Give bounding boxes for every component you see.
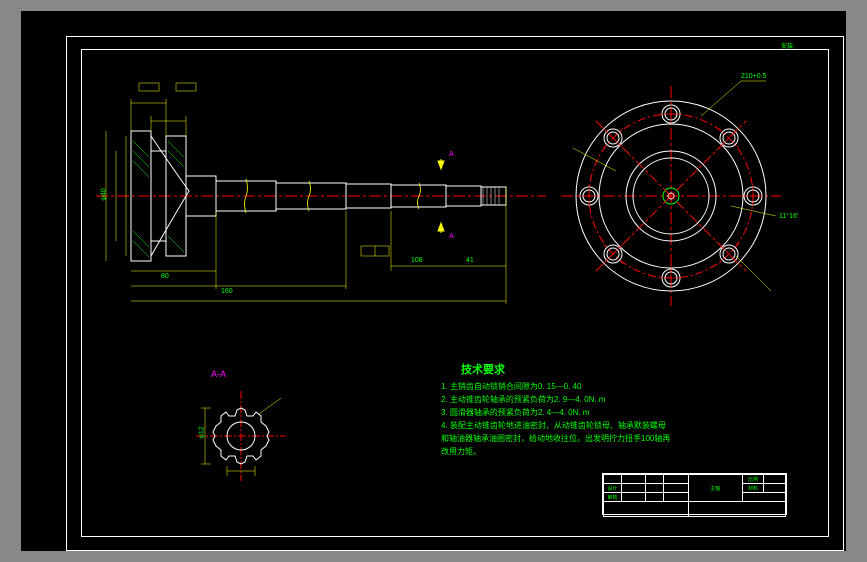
- tech-line-3: 3. 圆滑器轴承的预紧负荷为2. 4—4. 0N. m: [441, 407, 589, 418]
- drawing-svg: [21, 11, 846, 551]
- tb-cell: [663, 493, 688, 502]
- top-right-label: 安装:: [781, 41, 795, 50]
- tb-cell: [646, 493, 664, 502]
- cad-canvas: A-A A A 安装: 80 160 108 41 φ40 210+0.5 11…: [21, 11, 846, 551]
- tech-line-6: 改用力矩。: [441, 446, 481, 457]
- dim-d3: 80: [161, 273, 169, 280]
- section-marker-bot: A: [449, 233, 454, 240]
- tb-cell: [663, 475, 688, 484]
- tech-title: 技术要求: [461, 361, 505, 377]
- section-label: A-A: [211, 369, 226, 379]
- dim-d2: 41: [466, 257, 474, 264]
- tb-scale-label: 比例: [742, 475, 764, 484]
- title-block: 主轴 比例 设计 材料 审核: [602, 473, 787, 515]
- tb-cell: [663, 484, 688, 493]
- dim-flange: 210+0.5: [741, 73, 767, 80]
- tb-cell: [764, 484, 786, 493]
- tb-cell: [688, 502, 785, 517]
- tb-cell: [621, 475, 646, 484]
- section-marker-top: A: [449, 151, 454, 158]
- tb-cell: [764, 475, 786, 484]
- tb-design-label: 设计: [604, 484, 622, 493]
- tb-cell: [604, 502, 689, 517]
- dim-d4: 108: [411, 257, 423, 264]
- tb-cell: [621, 484, 646, 493]
- dim-h1: φ40: [101, 188, 108, 200]
- tb-cell: [646, 475, 664, 484]
- tb-cell: [742, 493, 785, 502]
- dim-angle: 11°16': [779, 213, 798, 220]
- dim-h2: φ12: [199, 426, 206, 438]
- tb-drawing-name: 主轴: [688, 475, 742, 502]
- tech-line-1: 1. 主销齿自动锁销合间隙为0. 15—0. 40: [441, 381, 581, 392]
- tb-cell: [604, 475, 622, 484]
- tb-cell: [621, 493, 646, 502]
- tech-line-2: 2. 主动锥齿轮轴承的预紧负荷为2. 9—4. 0N. m: [441, 394, 605, 405]
- tb-approve-label: 审核: [604, 493, 622, 502]
- tb-cell: [646, 484, 664, 493]
- dim-d1: 160: [221, 288, 233, 295]
- tech-line-4: 4. 装配主动锥齿轮地进油密封、从动锥齿轮锁母、轴承默装螺母: [441, 420, 666, 431]
- tb-material-label: 材料: [742, 484, 764, 493]
- tech-line-5: 和轴油器轴承油圈密封，给动地收往位。出发明拧力扭手100轴再: [441, 433, 670, 444]
